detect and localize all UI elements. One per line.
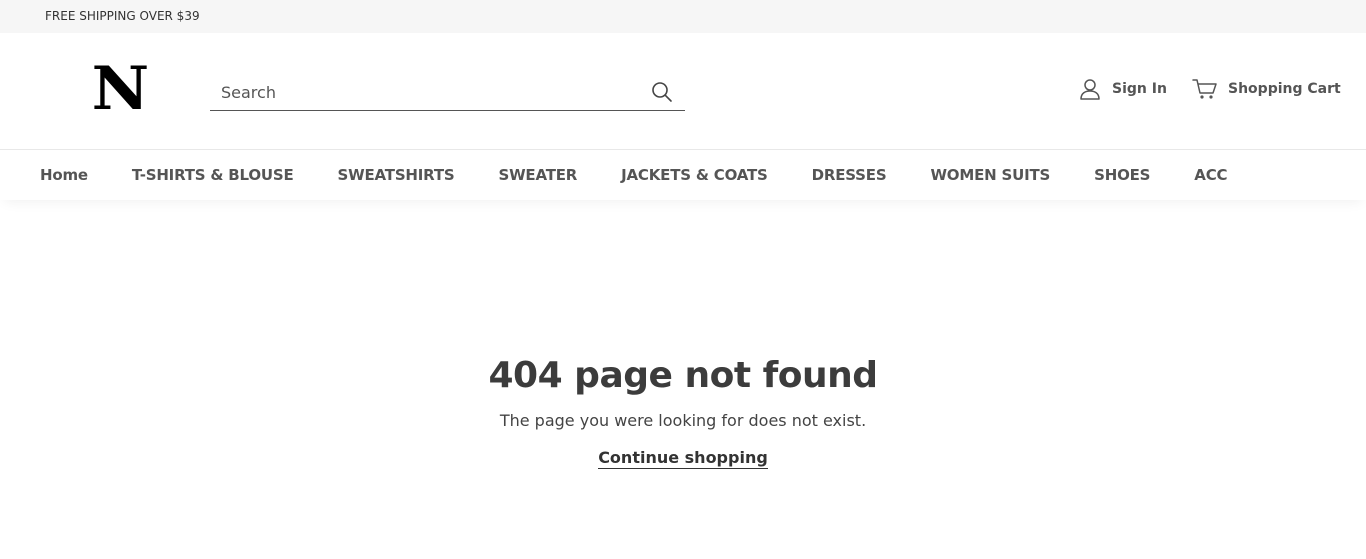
logo[interactable]: N <box>92 58 150 120</box>
nav-item-acc[interactable]: ACC <box>1194 166 1227 184</box>
main-content: 404 page not found The page you were loo… <box>0 200 1366 559</box>
nav-item-tshirts-blouse[interactable]: T-SHIRTS & BLOUSE <box>132 166 294 184</box>
continue-shopping-label[interactable]: Continue shopping <box>598 448 768 469</box>
nav-item-home[interactable]: Home <box>40 166 88 184</box>
search-icon[interactable] <box>651 81 673 103</box>
user-icon <box>1079 78 1101 100</box>
main-nav: Home T-SHIRTS & BLOUSE SWEATSHIRTS SWEAT… <box>0 149 1366 200</box>
cart-icon <box>1192 78 1218 100</box>
shopping-cart-label: Shopping Cart <box>1228 81 1341 97</box>
sign-in-label: Sign In <box>1112 81 1167 97</box>
search-bar <box>210 74 685 111</box>
nav-item-jackets-coats[interactable]: JACKETS & COATS <box>621 166 768 184</box>
site-header: N Sign In Shopping Cart <box>0 33 1366 149</box>
nav-item-shoes[interactable]: SHOES <box>1094 166 1150 184</box>
continue-shopping-link[interactable]: Continue shopping <box>0 448 1366 469</box>
shopping-cart-link[interactable]: Shopping Cart <box>1192 77 1341 101</box>
nav-item-sweater[interactable]: SWEATER <box>498 166 577 184</box>
nav-item-sweatshirts[interactable]: SWEATSHIRTS <box>338 166 455 184</box>
announcement-bar: FREE SHIPPING OVER $39 <box>0 0 1366 33</box>
error-message: The page you were looking for does not e… <box>499 411 867 430</box>
announcement-text: FREE SHIPPING OVER $39 <box>45 9 200 23</box>
search-input[interactable] <box>210 74 640 110</box>
nav-item-women-suits[interactable]: WOMEN SUITS <box>930 166 1050 184</box>
page-title: 404 page not found <box>488 355 879 396</box>
sign-in-link[interactable]: Sign In <box>1079 77 1167 101</box>
nav-item-dresses[interactable]: DRESSES <box>812 166 887 184</box>
